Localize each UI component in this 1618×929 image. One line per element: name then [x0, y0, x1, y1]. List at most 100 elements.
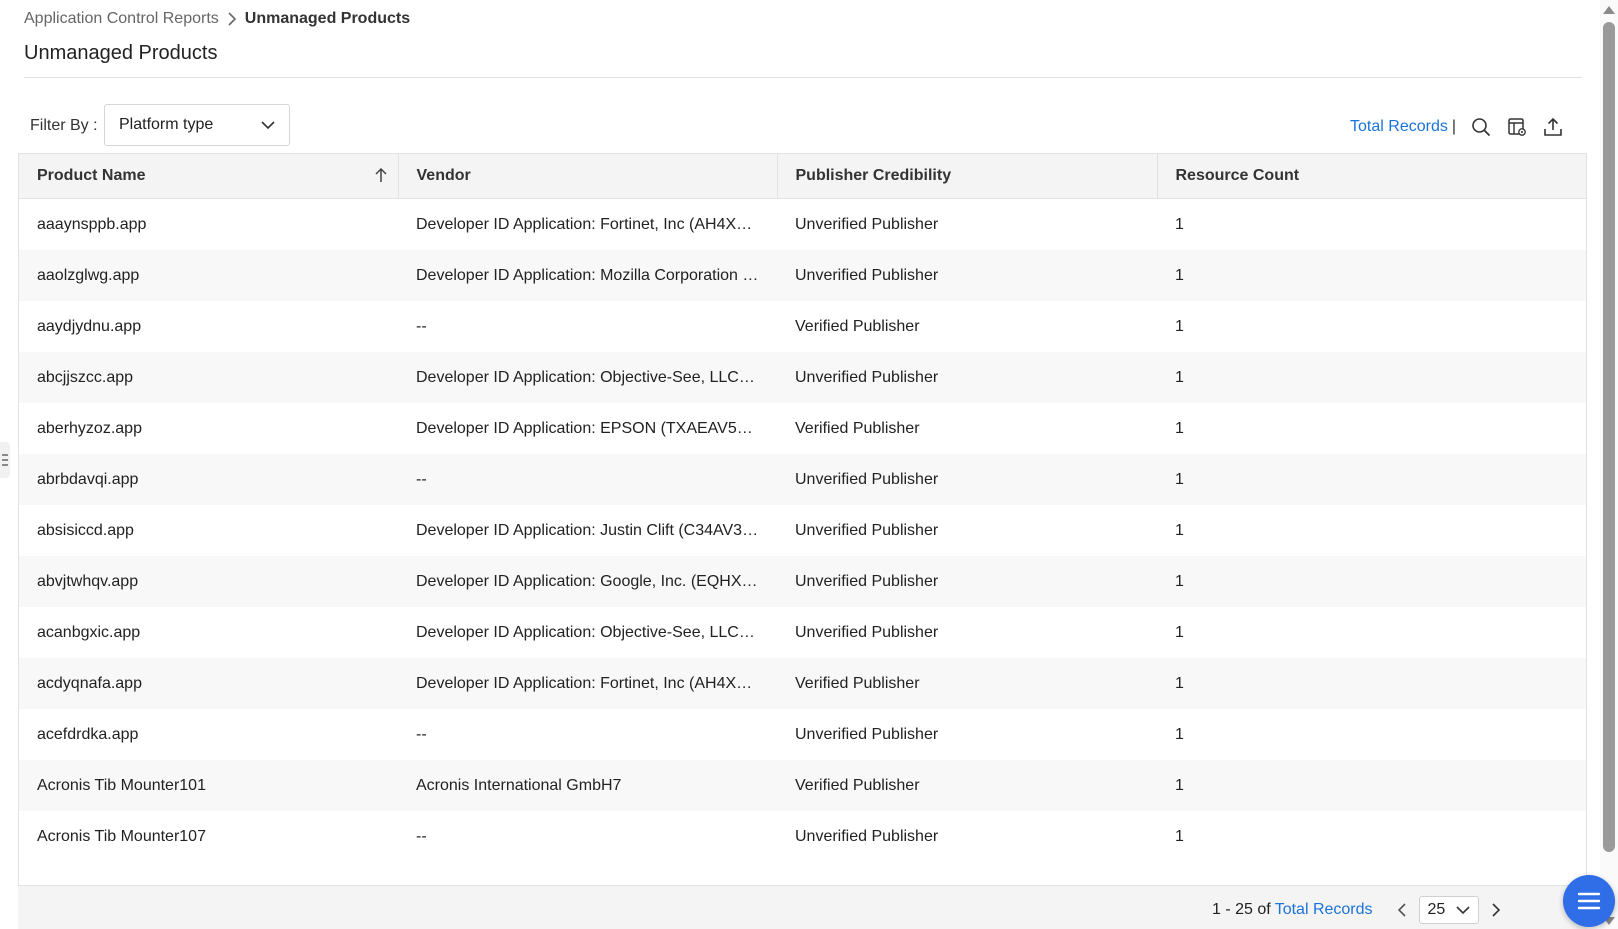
- cell-publisher-credibility: Unverified Publisher: [795, 521, 939, 539]
- column-header-resource-count[interactable]: Resource Count: [1157, 154, 1586, 199]
- cell-resource-count: 1: [1175, 521, 1184, 539]
- cell-vendor: Developer ID Application: Objective-See,…: [416, 623, 777, 641]
- per-page-select[interactable]: 25: [1418, 896, 1479, 924]
- cell-vendor: Developer ID Application: Fortinet, Inc …: [416, 215, 777, 233]
- chevron-left-icon[interactable]: [1393, 899, 1411, 921]
- cell-vendor: Developer ID Application: Fortinet, Inc …: [398, 658, 777, 709]
- cell-publisher-credibility: Unverified Publisher: [777, 250, 1157, 301]
- cell-product-name: aaaynsppb.app: [37, 215, 147, 233]
- per-page-value: 25: [1427, 901, 1446, 918]
- cell-product-name: abrbdavqi.app: [19, 454, 398, 505]
- pagination-range: 1 - 25 of: [1212, 901, 1271, 918]
- total-records-link[interactable]: Total Records: [1350, 118, 1448, 136]
- sort-ascending-icon[interactable]: [374, 167, 388, 188]
- chevron-right-icon[interactable]: [1487, 899, 1505, 921]
- platform-type-dropdown[interactable]: Platform type: [104, 104, 290, 146]
- menu-fab-button[interactable]: [1563, 875, 1615, 927]
- scrollbar-thumb[interactable]: [1603, 22, 1615, 852]
- divider: [24, 77, 1582, 78]
- table-row[interactable]: acanbgxic.app Developer ID Application: …: [19, 607, 1586, 658]
- column-settings-icon[interactable]: [1506, 116, 1528, 138]
- cell-publisher-credibility: Verified Publisher: [795, 317, 920, 335]
- cell-product-name: abcjjszcc.app: [19, 352, 398, 403]
- hamburger-menu-icon: [1577, 892, 1601, 910]
- column-header-publisher-credibility[interactable]: Publisher Credibility: [777, 154, 1158, 199]
- column-header-label: Product Name: [37, 167, 146, 184]
- column-header-vendor[interactable]: Vendor: [398, 154, 778, 199]
- cell-publisher-credibility: Unverified Publisher: [777, 454, 1157, 505]
- cell-vendor: Developer ID Application: Google, Inc. (…: [398, 556, 777, 607]
- table-row[interactable]: absisiccd.app Developer ID Application: …: [19, 505, 1586, 556]
- table-row[interactable]: Acronis Tib Mounter101 Acronis Internati…: [19, 760, 1586, 811]
- cell-product-name: acanbgxic.app: [37, 623, 141, 641]
- cell-resource-count: 1: [1157, 454, 1586, 505]
- cell-resource-count: 1: [1175, 725, 1184, 743]
- breadcrumb-parent[interactable]: Application Control Reports: [24, 10, 219, 28]
- cell-publisher-credibility: Unverified Publisher: [777, 556, 1157, 607]
- cell-publisher-credibility: Verified Publisher: [777, 658, 1157, 709]
- search-icon[interactable]: [1470, 116, 1492, 138]
- products-table: Product Name Vendor Publisher Credibilit…: [18, 153, 1587, 929]
- cell-vendor: --: [416, 317, 427, 335]
- cell-product-name: Acronis Tib Mounter101: [19, 760, 398, 811]
- cell-publisher-credibility: Verified Publisher: [795, 419, 920, 437]
- table-row[interactable]: aaydjydnu.app -- Verified Publisher 1: [19, 301, 1586, 352]
- cell-resource-count: 1: [1157, 760, 1586, 811]
- cell-resource-count: 1: [1175, 317, 1184, 335]
- cell-vendor: Developer ID Application: Mozilla Corpor…: [398, 250, 777, 301]
- cell-resource-count: 1: [1157, 556, 1586, 607]
- cell-vendor: --: [416, 827, 427, 845]
- table-row[interactable]: abvjtwhqv.app Developer ID Application: …: [19, 556, 1586, 607]
- table-row[interactable]: acefdrdka.app -- Unverified Publisher 1: [19, 709, 1586, 760]
- breadcrumb: Application Control Reports Unmanaged Pr…: [24, 10, 410, 28]
- cell-product-name: absisiccd.app: [37, 521, 134, 539]
- cell-vendor: --: [416, 725, 427, 743]
- cell-vendor: Developer ID Application: Objective-See,…: [398, 352, 777, 403]
- breadcrumb-current: Unmanaged Products: [244, 10, 411, 27]
- cell-vendor: Developer ID Application: Justin Clift (…: [416, 521, 773, 539]
- side-panel-handle[interactable]: [0, 442, 10, 478]
- report-page: Application Control Reports Unmanaged Pr…: [0, 0, 1600, 929]
- table-row[interactable]: abrbdavqi.app -- Unverified Publisher 1: [19, 454, 1586, 505]
- chevron-down-icon: [1455, 905, 1470, 915]
- filter-label: Filter By :: [30, 117, 98, 134]
- cell-resource-count: 1: [1157, 352, 1586, 403]
- column-header-product-name[interactable]: Product Name: [19, 154, 399, 199]
- table-row[interactable]: aaolzglwg.app Developer ID Application: …: [19, 250, 1586, 301]
- page-scrollbar[interactable]: [1600, 0, 1618, 929]
- cell-product-name: acdyqnafa.app: [19, 658, 398, 709]
- toolbar-separator: |: [1451, 118, 1456, 135]
- cell-product-name: acefdrdka.app: [37, 725, 139, 743]
- export-icon[interactable]: [1542, 116, 1564, 138]
- table-toolbar: Total Records |: [1350, 116, 1564, 138]
- table-row[interactable]: aaaynsppb.app Developer ID Application: …: [19, 199, 1586, 251]
- cell-publisher-credibility: Verified Publisher: [777, 760, 1157, 811]
- table-row[interactable]: aberhyzoz.app Developer ID Application: …: [19, 403, 1586, 454]
- cell-publisher-credibility: Unverified Publisher: [777, 352, 1157, 403]
- cell-resource-count: 1: [1175, 623, 1184, 641]
- cell-vendor: --: [398, 454, 777, 505]
- cell-publisher-credibility: Unverified Publisher: [795, 623, 939, 641]
- scroll-up-icon[interactable]: [1603, 6, 1615, 14]
- cell-product-name: Acronis Tib Mounter107: [37, 827, 206, 845]
- page-title: Unmanaged Products: [24, 42, 218, 64]
- cell-product-name: aberhyzoz.app: [37, 419, 142, 437]
- table-footer: 1 - 25 of Total Records 25: [18, 885, 1587, 929]
- cell-product-name: abvjtwhqv.app: [19, 556, 398, 607]
- chevron-right-icon: [227, 12, 237, 26]
- table-row[interactable]: Acronis Tib Mounter107 -- Unverified Pub…: [19, 811, 1586, 862]
- cell-resource-count: 1: [1175, 419, 1184, 437]
- filter-selected-value: Platform type: [119, 116, 214, 133]
- cell-resource-count: 1: [1175, 827, 1184, 845]
- cell-resource-count: 1: [1157, 250, 1586, 301]
- pagination: 1 - 25 of Total Records 25: [1212, 896, 1505, 924]
- cell-publisher-credibility: Unverified Publisher: [795, 215, 939, 233]
- table-row[interactable]: acdyqnafa.app Developer ID Application: …: [19, 658, 1586, 709]
- cell-vendor: Developer ID Application: EPSON (TXAEAV5…: [416, 419, 777, 437]
- cell-resource-count: 1: [1175, 215, 1184, 233]
- cell-product-name: aaydjydnu.app: [37, 317, 142, 335]
- pagination-total-records-link[interactable]: Total Records: [1275, 901, 1373, 919]
- cell-product-name: aaolzglwg.app: [19, 250, 398, 301]
- table-row[interactable]: abcjjszcc.app Developer ID Application: …: [19, 352, 1586, 403]
- cell-publisher-credibility: Unverified Publisher: [795, 725, 939, 743]
